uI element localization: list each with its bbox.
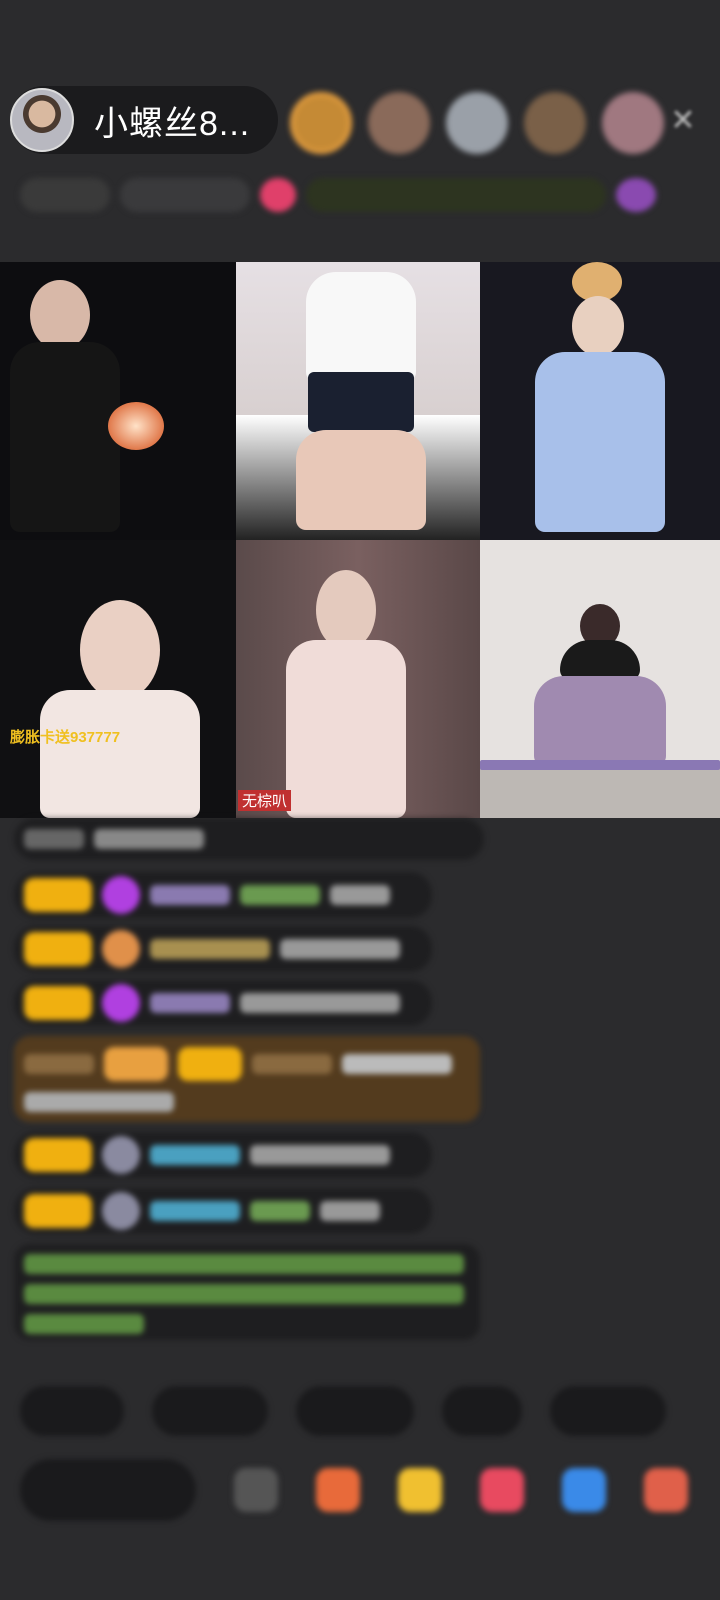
more-tag[interactable] [616, 178, 656, 212]
stream-tile[interactable] [480, 262, 720, 540]
bottom-action-bar [20, 1455, 720, 1525]
streamer-figure [286, 640, 406, 818]
chat-message-highlight[interactable] [14, 1036, 480, 1122]
gift-icon [102, 876, 140, 914]
fan-badge-icon [102, 1192, 140, 1230]
fan-badge-icon [102, 1136, 140, 1174]
level-badge [178, 1046, 242, 1081]
gift-icon[interactable] [398, 1468, 442, 1512]
more-icon[interactable] [644, 1468, 688, 1512]
red-packet-icon[interactable] [480, 1468, 524, 1512]
stream-tile[interactable] [480, 540, 720, 818]
system-notice [14, 1244, 480, 1340]
stream-overlay-label: 膨胀卡送937777 [10, 729, 121, 746]
viewer-avatar[interactable] [602, 92, 664, 154]
streamer-figure [306, 272, 416, 382]
stream-tile[interactable] [0, 262, 236, 540]
streamer-figure [316, 570, 376, 650]
streamer-figure [10, 342, 120, 532]
status-tags-row [20, 172, 700, 218]
level-badge [24, 1194, 92, 1228]
yoga-mat [480, 760, 720, 770]
close-icon[interactable]: ✕ [666, 104, 700, 138]
level-badge [24, 878, 92, 912]
gift-icon [102, 984, 140, 1022]
streamer-figure [296, 430, 426, 530]
comment-input[interactable] [20, 1459, 196, 1521]
lamp-light [108, 402, 164, 450]
streamer-figure [80, 600, 160, 700]
live-room-screen: 小螺丝8... ✕ 膨胀卡送937777 无棕叭 [0, 0, 720, 1600]
top-viewers-list [290, 92, 664, 154]
stream-tile[interactable]: 膨胀卡送937777 [0, 540, 236, 818]
streamer-figure [534, 676, 666, 766]
quick-reply-button[interactable] [20, 1386, 124, 1436]
chat-message[interactable] [14, 818, 484, 860]
quick-reply-row [20, 1386, 720, 1438]
chat-message[interactable] [14, 1132, 432, 1178]
host-info-pill[interactable]: 小螺丝8... [10, 86, 278, 154]
streamer-figure [560, 640, 640, 680]
level-badge [104, 1046, 168, 1081]
viewer-avatar[interactable] [290, 92, 352, 154]
streamer-figure [308, 372, 414, 432]
streamer-figure [535, 352, 665, 532]
level-badge [24, 932, 92, 966]
level-badge [24, 986, 92, 1020]
activity-banner[interactable] [306, 178, 606, 212]
shop-icon[interactable] [316, 1468, 360, 1512]
fan-badge-icon [102, 930, 140, 968]
viewer-avatar[interactable] [368, 92, 430, 154]
streamer-figure [30, 280, 90, 350]
stream-tile[interactable]: 无棕叭 [236, 540, 480, 818]
message-icon[interactable] [562, 1468, 606, 1512]
viewer-avatar[interactable] [446, 92, 508, 154]
quick-reply-button[interactable] [442, 1386, 522, 1436]
multi-stream-grid: 膨胀卡送937777 无棕叭 [0, 262, 720, 818]
chat-message[interactable] [14, 980, 432, 1026]
streamer-figure [40, 690, 200, 818]
stream-tile[interactable] [236, 262, 480, 540]
popularity-tag[interactable] [120, 178, 250, 212]
quick-reply-button[interactable] [296, 1386, 414, 1436]
rank-tag[interactable] [20, 178, 110, 212]
quick-reply-button[interactable] [550, 1386, 666, 1436]
host-avatar[interactable] [10, 88, 74, 152]
emoji-icon[interactable] [234, 1468, 278, 1512]
streamer-figure [572, 296, 624, 356]
quick-reply-button[interactable] [152, 1386, 268, 1436]
chat-message[interactable] [14, 926, 432, 972]
viewer-avatar[interactable] [524, 92, 586, 154]
chat-message[interactable] [14, 872, 432, 918]
level-badge [24, 1138, 92, 1172]
stream-overlay-label: 无棕叭 [238, 790, 292, 811]
gift-tag[interactable] [260, 178, 296, 212]
chat-message[interactable] [14, 1188, 432, 1234]
host-name: 小螺丝8... [94, 104, 251, 143]
